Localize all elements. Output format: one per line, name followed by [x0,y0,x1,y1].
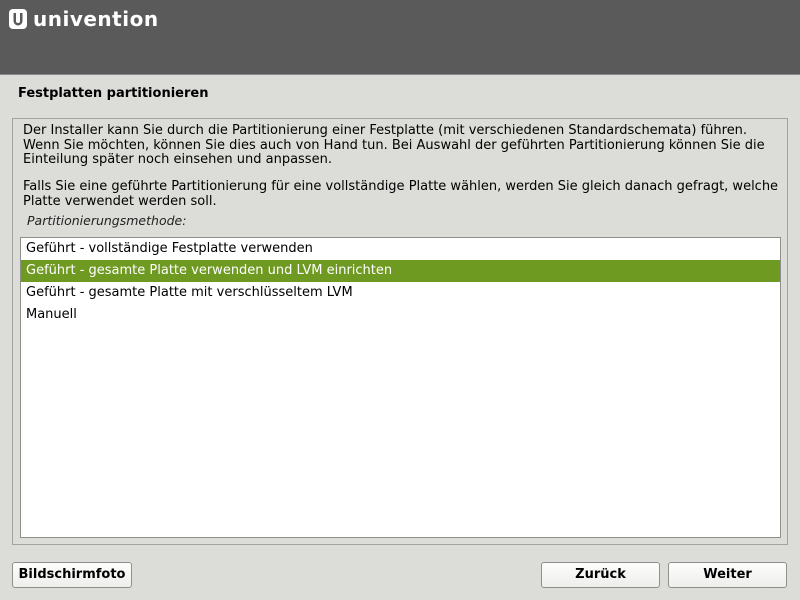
univention-logo-icon [9,9,27,29]
option-guided-full-disk[interactable]: Geführt - vollständige Festplatte verwen… [21,238,780,260]
description-paragraph-2: Falls Sie eine geführte Partitionierung … [23,179,779,209]
screenshot-button[interactable]: Bildschirmfoto [12,562,132,588]
logo-text: univention [33,7,159,31]
content-frame: Der Installer kann Sie durch die Partiti… [12,118,788,545]
option-manual[interactable]: Manuell [21,304,780,326]
univention-logo: univention [9,7,159,31]
back-button[interactable]: Zurück [541,562,660,588]
page-title: Festplatten partitionieren [18,86,209,101]
option-guided-lvm[interactable]: Geführt - gesamte Platte verwenden und L… [21,260,780,282]
partition-method-list[interactable]: Geführt - vollständige Festplatte verwen… [20,237,781,538]
option-guided-encrypted-lvm[interactable]: Geführt - gesamte Platte mit verschlüsse… [21,282,780,304]
partition-method-label: Partitionierungsmethode: [27,213,187,228]
description-paragraph-1: Der Installer kann Sie durch die Partiti… [23,123,765,167]
next-button[interactable]: Weiter [668,562,787,588]
header-bar: univention [0,0,800,75]
